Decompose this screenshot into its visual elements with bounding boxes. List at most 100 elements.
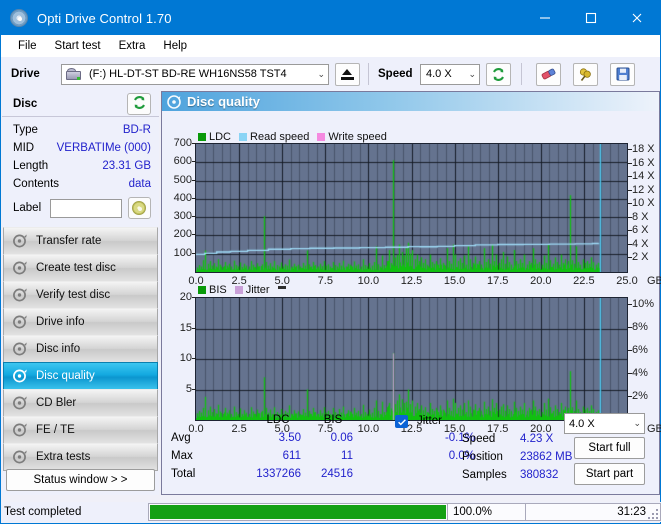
- stats-total-bis: 24516: [321, 468, 353, 480]
- legend-swatch: [239, 133, 248, 141]
- x-tick-label: 20.0: [530, 275, 552, 287]
- sidebar-item-cd-bler[interactable]: CD Bler: [3, 389, 158, 417]
- disc-label-write-button[interactable]: [127, 197, 151, 219]
- disc-info-row-contents: Contents data: [13, 175, 151, 193]
- menu-item-file[interactable]: File: [9, 38, 46, 54]
- disc-refresh-button[interactable]: [127, 93, 151, 115]
- disc-extra-icon: [12, 449, 28, 465]
- menu-item-help[interactable]: Help: [154, 38, 196, 54]
- legend-entry: Jitter: [234, 284, 270, 296]
- speed-select[interactable]: 4.0 X ⌄: [420, 63, 480, 85]
- stats-max-ldc: 611: [282, 450, 301, 462]
- cd-icon: [132, 201, 147, 215]
- x-tick-label: 15.0: [443, 275, 466, 287]
- sidebar-item-create-test-disc[interactable]: Create test disc: [3, 254, 158, 282]
- chart-legend-bottom: BIS Jitter: [198, 284, 286, 296]
- resize-grip-icon[interactable]: [648, 509, 658, 519]
- chevron-down-icon: ⌄: [633, 418, 641, 428]
- y-tick-mark: [192, 388, 196, 390]
- y2-tick-mark: [628, 372, 632, 374]
- y2-tick-label: 12 X: [632, 183, 655, 196]
- chart-legend-top: LDC Read speed Write speed: [198, 131, 392, 143]
- sidebar-item-fe-te[interactable]: FE / TE: [3, 416, 158, 444]
- plot-area-top[interactable]: [195, 143, 628, 273]
- panel-header: Disc quality: [162, 92, 659, 111]
- y-tick-mark: [192, 197, 196, 199]
- sidebar-item-label: CD Bler: [36, 397, 77, 409]
- x-tick-label: 22.5: [573, 275, 595, 287]
- stats-row-key-total: Total: [171, 468, 196, 480]
- disc-verify-icon: [12, 287, 28, 303]
- status-text: Test completed: [4, 506, 82, 518]
- jitter-label: Jitter: [417, 415, 442, 427]
- window-title: Opti Drive Control 1.70: [37, 10, 172, 26]
- disc-icon: [10, 9, 28, 27]
- y2-tick-label: 8 X: [632, 210, 649, 223]
- y-tick-mark: [192, 143, 196, 144]
- y2-tick-mark: [628, 349, 632, 351]
- y2-tick-mark: [628, 257, 632, 259]
- status-window-button[interactable]: Status window > >: [6, 469, 155, 491]
- y-tick-mark: [192, 252, 196, 254]
- legend-label: BIS: [209, 284, 227, 296]
- plot-area-bottom[interactable]: [195, 297, 628, 421]
- disc-info-row-type: Type BD-R: [13, 121, 151, 139]
- sidebar-item-label: Drive info: [36, 316, 85, 328]
- y2-tick-mark: [628, 149, 632, 151]
- maximize-icon[interactable]: [568, 1, 614, 35]
- stats-row-key-avg: Avg: [171, 432, 191, 444]
- refresh-button[interactable]: [486, 62, 511, 86]
- y2-tick-label: 18 X: [632, 143, 655, 156]
- drive-select-value: (F:) HL-DT-ST BD-RE WH16NS58 TST4: [89, 68, 287, 80]
- legend-label: LDC: [209, 131, 232, 143]
- x-tick-label: 7.5: [317, 275, 333, 287]
- y-tick-label: 300: [173, 210, 192, 223]
- minimize-icon[interactable]: [522, 1, 568, 35]
- save-button[interactable]: [610, 62, 635, 86]
- start-part-button[interactable]: Start part: [574, 463, 645, 485]
- sidebar-item-label: FE / TE: [36, 424, 75, 436]
- sidebar-item-disc-quality[interactable]: Disc quality: [3, 362, 158, 390]
- y2-tick-label: 2%: [632, 389, 648, 402]
- nav-list: Transfer rate Create test disc Verify te…: [2, 227, 159, 471]
- y-tick-mark: [192, 327, 196, 329]
- menu-item-start-test[interactable]: Start test: [46, 38, 110, 54]
- disc-panel-header: Disc: [2, 91, 159, 117]
- y-tick-label: 15: [179, 321, 192, 334]
- disc-drive-icon: [12, 314, 28, 330]
- progress-percent: 100.0%: [448, 503, 526, 521]
- disc-quality-icon: [167, 94, 181, 109]
- progress-bar-fill: [150, 505, 446, 519]
- sidebar-item-transfer-rate[interactable]: Transfer rate: [3, 227, 158, 255]
- disc-label-input[interactable]: [49, 198, 122, 218]
- sidebar-item-verify-test-disc[interactable]: Verify test disc: [3, 281, 158, 309]
- sidebar-item-label: Disc quality: [36, 370, 95, 382]
- y2-tick-label: 10 X: [632, 197, 655, 210]
- y2-tick-label: 16 X: [632, 156, 655, 169]
- legend-entry: BIS: [198, 284, 227, 296]
- sidebar-item-extra-tests[interactable]: Extra tests: [3, 443, 158, 471]
- samples-stat-value: 380832: [520, 469, 559, 481]
- test-speed-value: 4.0 X: [569, 417, 595, 430]
- sidebar-item-disc-info[interactable]: Disc info: [3, 335, 158, 363]
- jitter-checkbox[interactable]: [395, 415, 408, 428]
- left-pane: Disc Type BD-R MID VERBATIMe (000) Lengt…: [2, 91, 159, 495]
- erase-icon: [540, 68, 557, 81]
- erase-button[interactable]: [536, 62, 561, 86]
- y2-tick-label: 4 X: [632, 237, 649, 250]
- menu-item-extra[interactable]: Extra: [110, 38, 155, 54]
- y2-tick-label: 14 X: [632, 170, 655, 183]
- close-icon[interactable]: [614, 1, 660, 35]
- speed-select-value: 4.0 X: [426, 68, 452, 80]
- drive-select[interactable]: (F:) HL-DT-ST BD-RE WH16NS58 TST4 ⌄: [61, 63, 329, 85]
- sidebar-item-drive-info[interactable]: Drive info: [3, 308, 158, 336]
- y2-tick-label: 8%: [632, 320, 648, 333]
- bookmark-button[interactable]: [573, 62, 598, 86]
- stats-avg-bis: 0.06: [330, 432, 353, 444]
- stats-max-bis: 11: [341, 450, 353, 462]
- row-key: Contents: [13, 178, 60, 190]
- test-speed-select[interactable]: 4.0 X ⌄: [564, 413, 645, 434]
- x-axis-label: GB: [647, 275, 661, 287]
- start-full-button[interactable]: Start full: [574, 437, 645, 459]
- eject-button[interactable]: [335, 62, 360, 86]
